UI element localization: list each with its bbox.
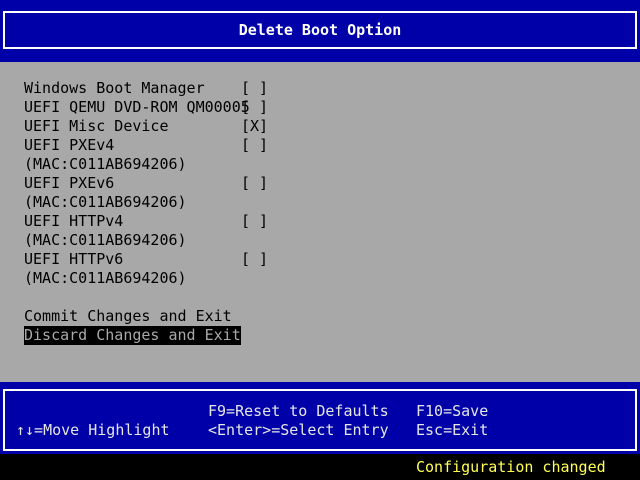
option-misc-device[interactable]: UEFI Misc Device [24, 117, 169, 136]
help-reset-defaults: F9=Reset to Defaults [208, 402, 389, 420]
option-qemu-dvd-rom[interactable]: UEFI QEMU DVD-ROM QM00005 [24, 98, 250, 117]
option-httpv6[interactable]: UEFI HTTPv6 [24, 250, 123, 269]
checkbox-misc-device[interactable]: [X] [241, 117, 268, 136]
option-pxev6[interactable]: UEFI PXEv6 [24, 174, 114, 193]
help-exit: Esc=Exit [416, 421, 489, 439]
option-pxev6-mac: (MAC:C011AB694206) [24, 193, 187, 211]
checkbox-httpv6[interactable]: [ ] [241, 250, 268, 269]
option-httpv4[interactable]: UEFI HTTPv4 [24, 212, 123, 231]
help-select-entry: <Enter>=Select Entry [208, 421, 389, 439]
commit-changes-button[interactable]: Commit Changes and Exit [24, 307, 232, 326]
help-save: F10=Save [416, 402, 489, 420]
checkbox-pxev6[interactable]: [ ] [241, 174, 268, 193]
option-httpv4-mac: (MAC:C011AB694206) [24, 231, 187, 249]
checkbox-qemu-dvd-rom[interactable]: [ ] [241, 98, 268, 117]
checkbox-pxev4[interactable]: [ ] [241, 136, 268, 155]
option-windows-boot-manager[interactable]: Windows Boot Manager [24, 79, 205, 98]
option-pxev4-mac: (MAC:C011AB694206) [24, 155, 187, 173]
option-pxev4[interactable]: UEFI PXEv4 [24, 136, 114, 155]
help-move-highlight: ↑↓=Move Highlight [16, 421, 170, 439]
option-httpv6-mac: (MAC:C011AB694206) [24, 269, 187, 287]
page-title: Delete Boot Option [238, 21, 402, 39]
status-message: Configuration changed [416, 458, 606, 476]
help-bar: ↑↓=Move Highlight F9=Reset to Defaults <… [0, 382, 640, 454]
checkbox-httpv4[interactable]: [ ] [241, 212, 268, 231]
boot-option-panel: Windows Boot Manager [ ] UEFI QEMU DVD-R… [0, 62, 640, 382]
checkbox-windows-boot-manager[interactable]: [ ] [241, 79, 268, 98]
discard-changes-button[interactable]: Discard Changes and Exit [24, 326, 241, 345]
